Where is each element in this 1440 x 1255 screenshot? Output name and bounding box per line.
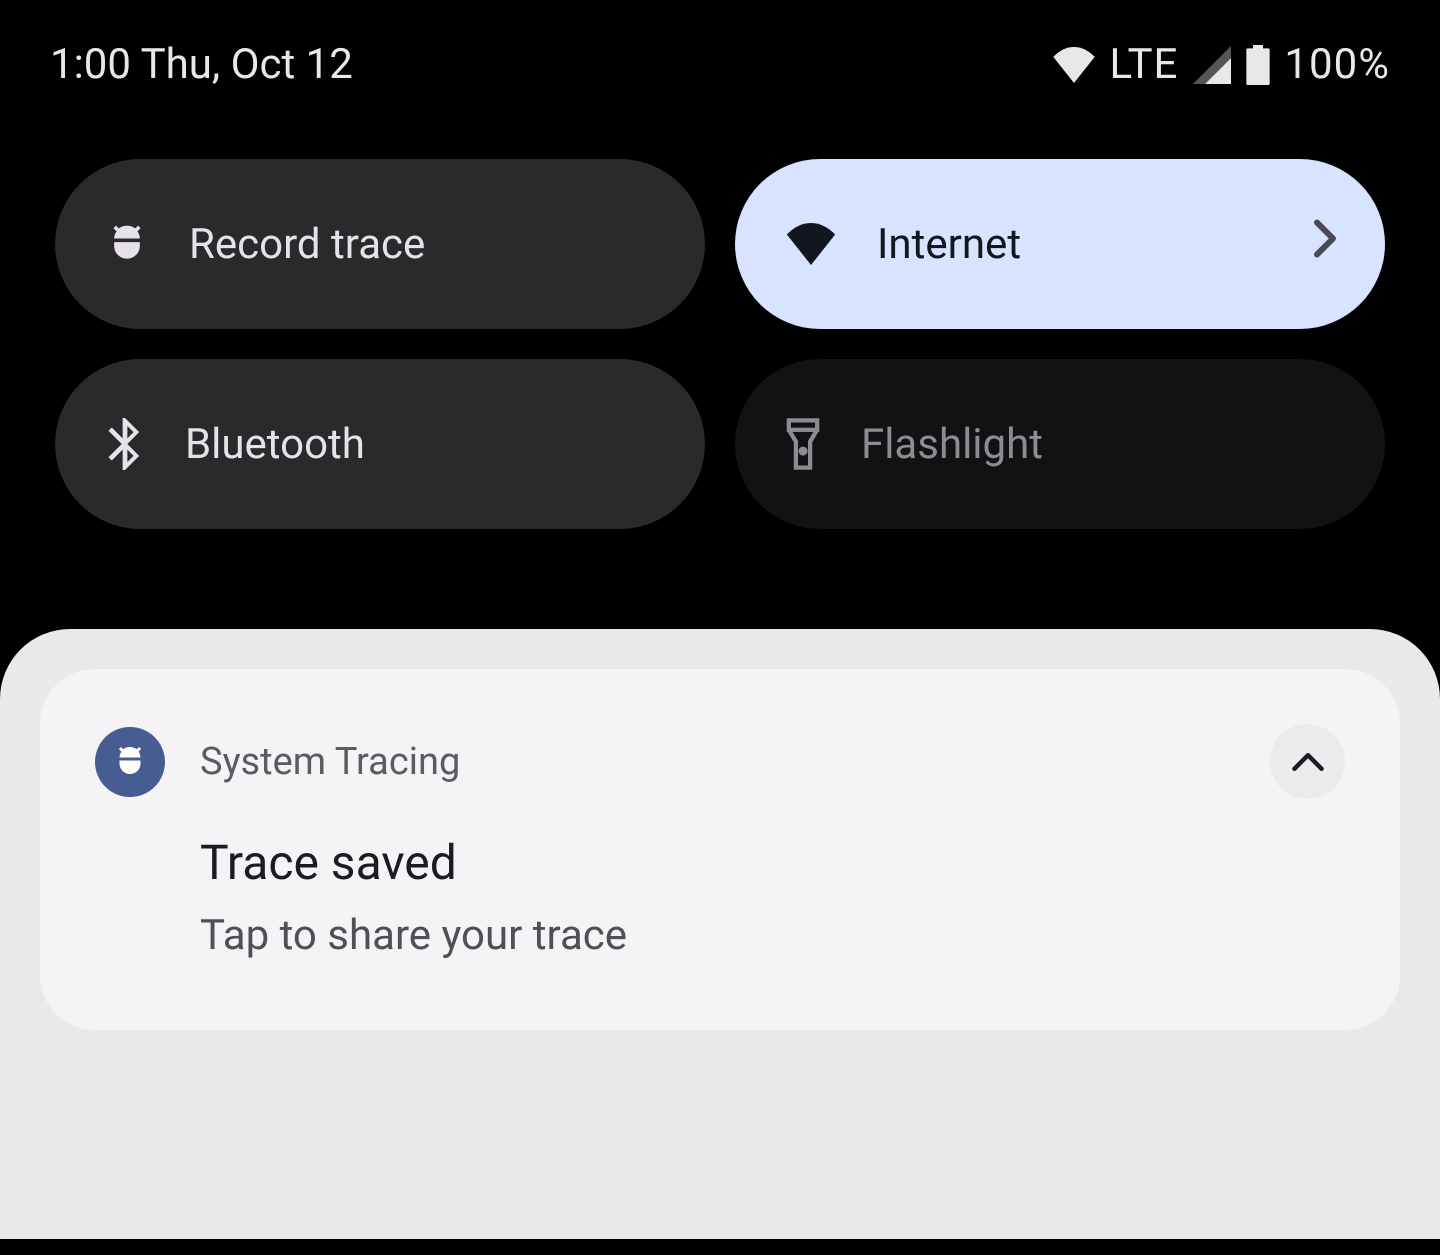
chevron-right-icon [1310, 219, 1340, 270]
tile-internet[interactable]: Internet [735, 159, 1385, 329]
bug-icon [112, 744, 148, 780]
notification-text: Tap to share your trace [200, 911, 1345, 960]
collapse-button[interactable] [1270, 724, 1345, 799]
tile-bluetooth[interactable]: Bluetooth [55, 359, 705, 529]
tile-flashlight[interactable]: Flashlight [735, 359, 1385, 529]
tile-label: Record trace [189, 220, 655, 269]
notification-app-icon [95, 727, 165, 797]
notification-title: Trace saved [200, 834, 1345, 891]
flashlight-icon [785, 418, 821, 470]
quick-settings-panel: Record trace Internet Bluetooth Flashlig… [0, 89, 1440, 529]
clock-text: 1:00 Thu, Oct 12 [50, 40, 353, 89]
notification-header: System Tracing [95, 724, 1345, 799]
cell-signal-icon [1192, 46, 1232, 84]
chevron-up-icon [1291, 751, 1325, 773]
tile-record-trace[interactable]: Record trace [55, 159, 705, 329]
bluetooth-icon [105, 418, 145, 470]
network-type-text: LTE [1110, 40, 1179, 89]
battery-icon [1246, 45, 1270, 85]
status-bar: 1:00 Thu, Oct 12 LTE 100% [0, 0, 1440, 89]
tile-label: Bluetooth [185, 420, 655, 469]
status-time-date: 1:00 Thu, Oct 12 [50, 40, 353, 89]
notification-app-name: System Tracing [200, 740, 1235, 784]
status-right: LTE 100% [1052, 40, 1391, 89]
bug-icon [105, 222, 149, 266]
wifi-status-icon [1052, 47, 1096, 83]
notification-shade: System Tracing Trace saved Tap to share … [0, 629, 1440, 1239]
battery-percent-text: 100% [1284, 40, 1390, 89]
notification-card[interactable]: System Tracing Trace saved Tap to share … [40, 669, 1400, 1030]
tile-label: Internet [877, 220, 1335, 269]
tile-label: Flashlight [861, 420, 1335, 469]
notification-body: Trace saved Tap to share your trace [200, 834, 1345, 960]
wifi-icon [785, 223, 837, 265]
